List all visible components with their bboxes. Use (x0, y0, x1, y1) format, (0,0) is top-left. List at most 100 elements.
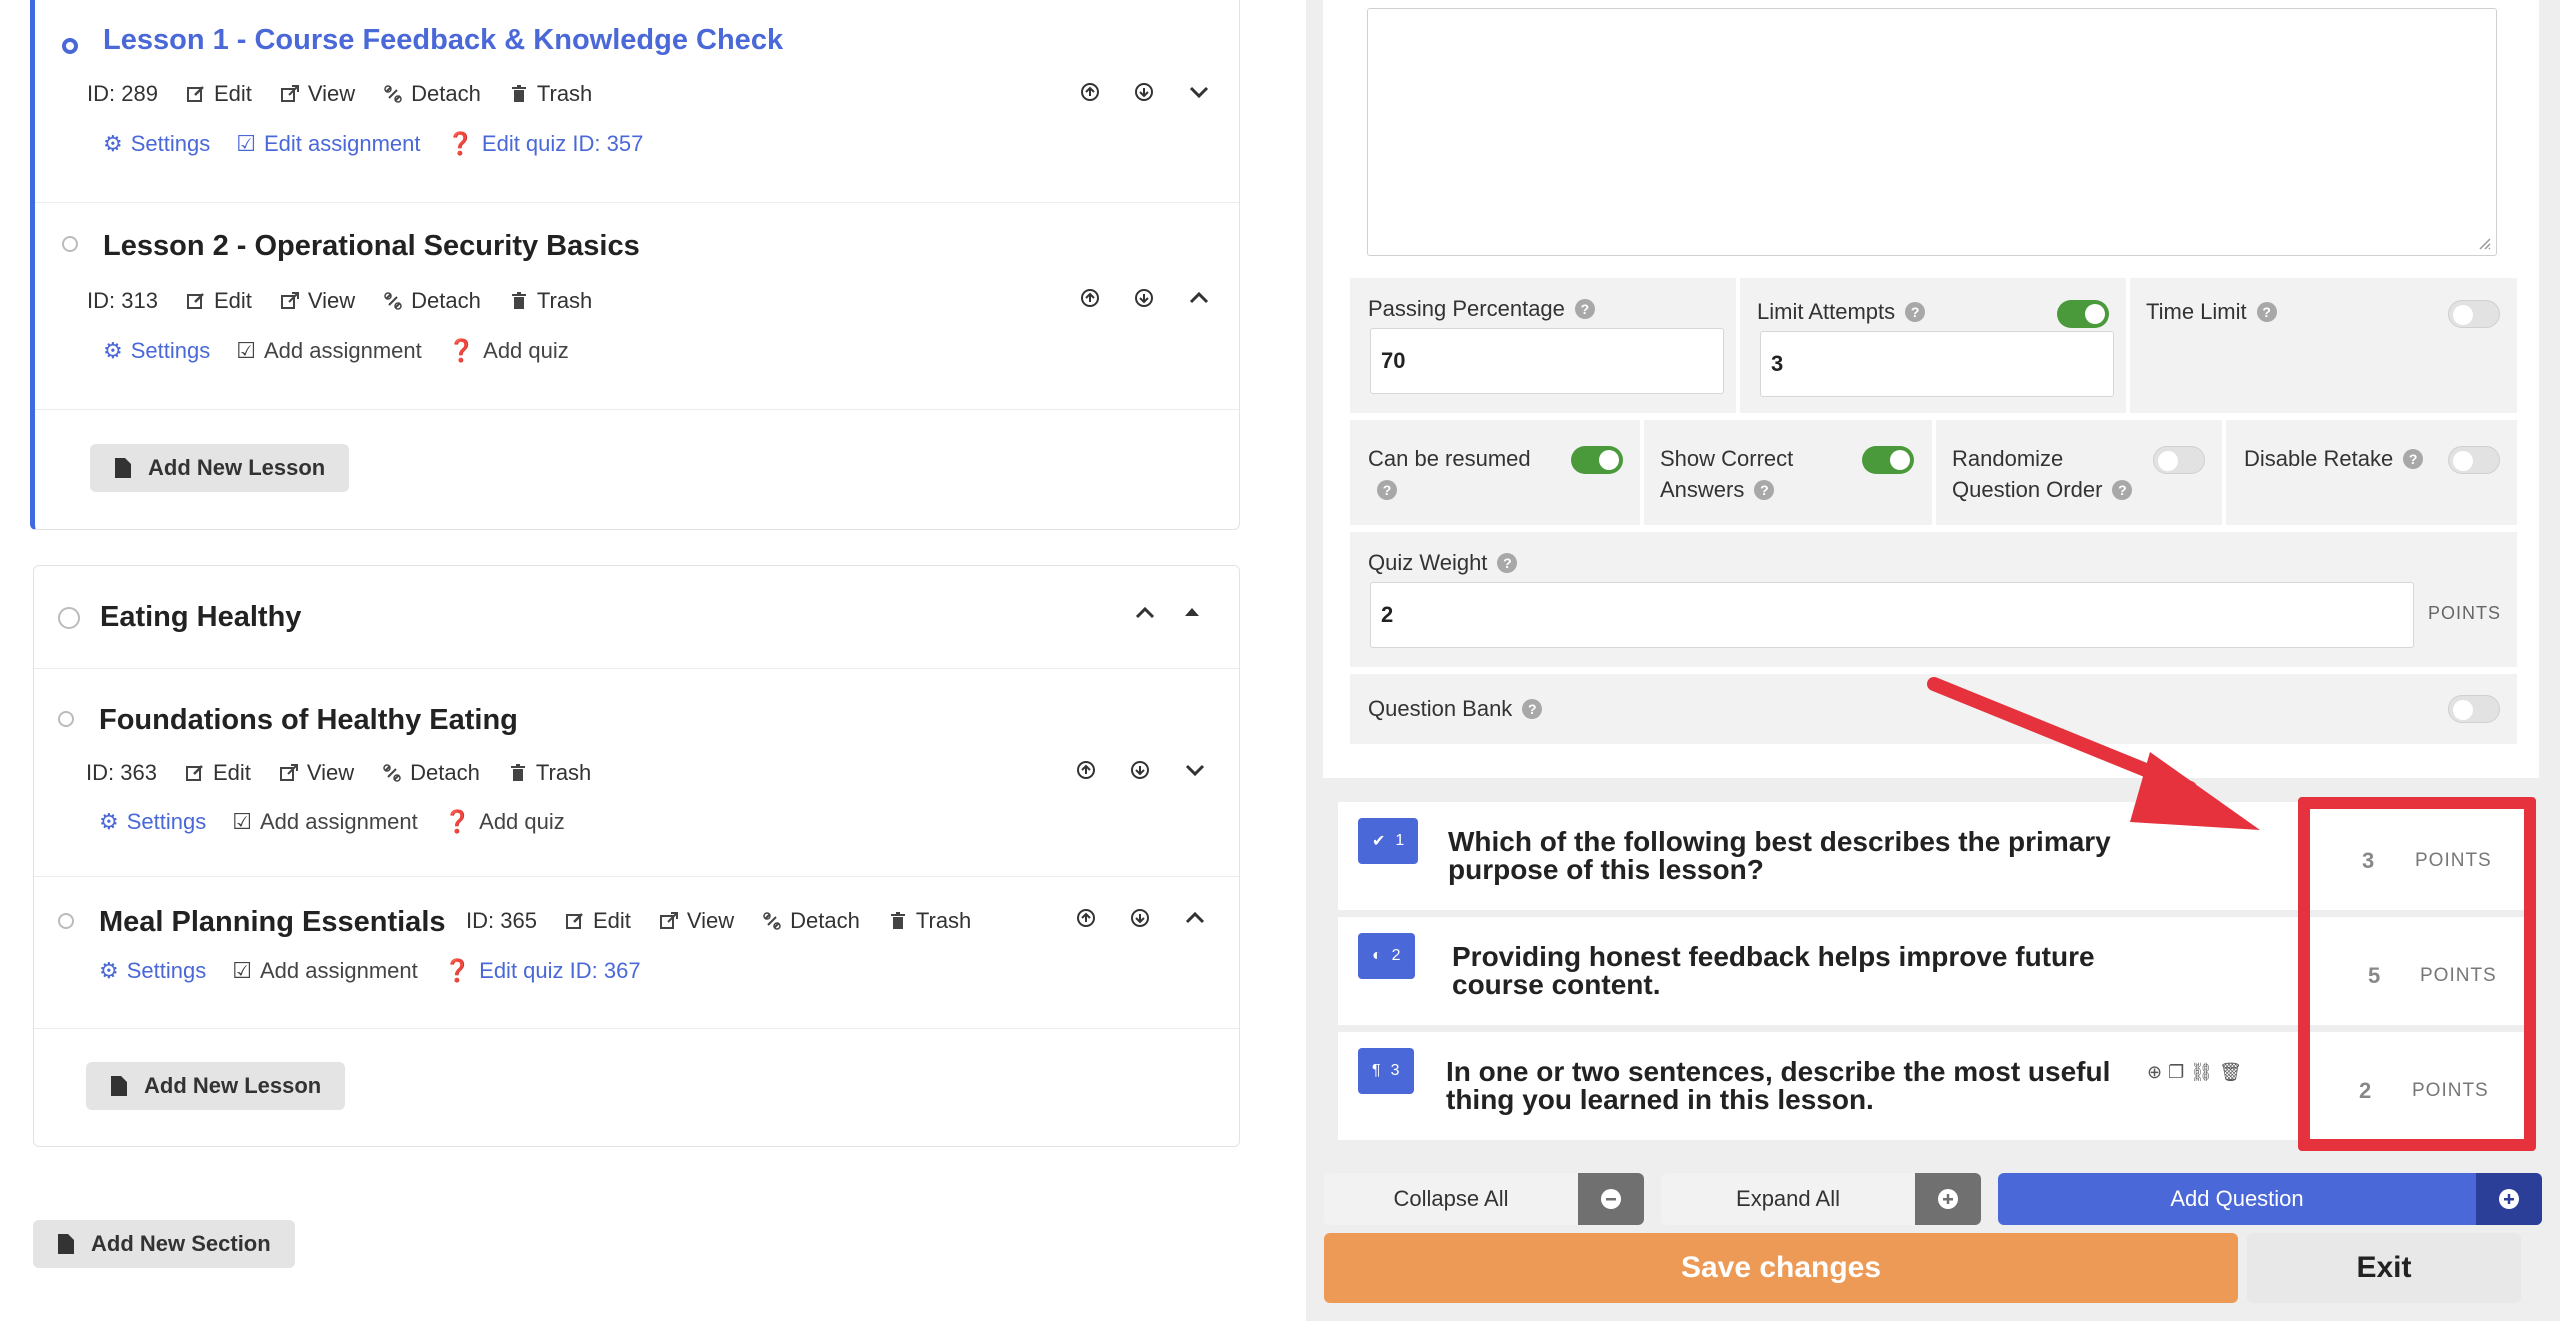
edit-link[interactable]: Edit (565, 908, 631, 934)
external-link-icon (280, 84, 300, 104)
view-link[interactable]: View (280, 81, 355, 107)
question-type-badge: ¶ 3 (1358, 1048, 1414, 1094)
help-icon[interactable]: ? (1497, 553, 1518, 573)
edit-link[interactable]: Edit (186, 81, 252, 107)
disable-retake-toggle[interactable] (2448, 446, 2500, 474)
question-text: Providing honest feedback helps improve … (1452, 941, 2095, 1000)
lesson-controls (1080, 287, 1210, 309)
move-up-icon[interactable] (1076, 760, 1096, 780)
add-quiz-link[interactable]: ❓ Add quiz (448, 338, 569, 364)
trash-icon[interactable]: 🗑 (2219, 1062, 2242, 1083)
edit-assignment-link[interactable]: ☑ Edit assignment (236, 131, 420, 157)
help-icon[interactable]: ? (1377, 480, 1397, 500)
annotation-arrow-icon (1927, 677, 2260, 830)
detach-link[interactable]: Detach (382, 760, 480, 786)
edit-link[interactable]: Edit (186, 288, 252, 314)
question-circle-icon: ❓ (443, 809, 472, 834)
question-bank-label: Question Bank? (1368, 696, 1543, 722)
gear-icon: ⚙ (103, 131, 123, 156)
limit-attempts-toggle[interactable] (2057, 300, 2109, 328)
show-correct-answers-toggle[interactable] (1862, 446, 1914, 474)
caret-up-icon[interactable] (1184, 606, 1200, 618)
show-correct-label-line2: Answers? (1660, 477, 1775, 503)
move-down-icon[interactable] (1130, 908, 1150, 928)
move-up-icon[interactable] (1076, 908, 1096, 928)
unlink-icon[interactable]: ⛓ (2190, 1062, 2213, 1083)
view-link[interactable]: View (279, 760, 354, 786)
time-limit-toggle[interactable] (2448, 300, 2500, 328)
lesson-title[interactable]: Meal Planning Essentials (99, 906, 446, 939)
edit-link[interactable]: Edit (185, 760, 251, 786)
chevron-up-icon[interactable] (1188, 287, 1210, 309)
view-link[interactable]: View (659, 908, 734, 934)
expand-all-button[interactable]: Expand All (1661, 1173, 1981, 1225)
resize-handle-icon[interactable] (2476, 235, 2492, 251)
unlink-icon (383, 84, 403, 104)
lesson-id: ID: 365 (466, 908, 537, 933)
edit-quiz-link[interactable]: ❓ Edit quiz ID: 357 (447, 131, 644, 157)
chevron-up-icon[interactable] (1184, 907, 1206, 929)
detach-link[interactable]: Detach (762, 908, 860, 934)
lesson-title[interactable]: Lesson 1 - Course Feedback & Knowledge C… (103, 24, 783, 57)
lesson-controls (1080, 81, 1210, 103)
add-question-button[interactable]: Add Question (1998, 1173, 2542, 1225)
lesson-id: ID: 289 (87, 81, 158, 106)
collapse-all-button[interactable]: Collapse All (1324, 1173, 1644, 1225)
view-link[interactable]: View (280, 288, 355, 314)
add-quiz-link[interactable]: ❓ Add quiz (444, 809, 565, 835)
chevron-down-icon[interactable] (1184, 759, 1206, 781)
settings-link[interactable]: ⚙ Settings (103, 131, 210, 157)
help-icon[interactable]: ? (1522, 699, 1543, 719)
add-assignment-link[interactable]: ☑ Add assignment (232, 809, 418, 835)
move-up-icon[interactable] (1080, 82, 1100, 102)
passing-percentage-input[interactable]: 70 (1370, 328, 1724, 394)
copy-icon[interactable]: ❐ (2168, 1062, 2184, 1083)
help-icon[interactable]: ? (1754, 480, 1775, 500)
question-circle-icon: ❓ (447, 338, 476, 363)
lesson-item: Meal Planning Essentials ID: 365 Edit Vi… (34, 877, 1239, 1029)
add-new-section-button[interactable]: Add New Section (33, 1220, 295, 1268)
chevron-up-icon[interactable] (1134, 602, 1156, 624)
lesson-item: Lesson 2 - Operational Security Basics I… (35, 203, 1239, 410)
section-status-icon (58, 607, 80, 629)
file-icon (110, 1075, 128, 1097)
detach-link[interactable]: Detach (383, 81, 481, 107)
trash-link[interactable]: Trash (508, 760, 591, 786)
detach-link[interactable]: Detach (383, 288, 481, 314)
add-new-lesson-button[interactable]: Add New Lesson (86, 1062, 346, 1110)
lesson-links: ⚙ Settings ☑ Add assignment ❓ Add quiz (103, 338, 569, 364)
help-icon[interactable]: ? (1905, 302, 1926, 322)
help-icon[interactable]: ? (2403, 449, 2424, 469)
move-up-icon[interactable] (1080, 288, 1100, 308)
trash-link[interactable]: Trash (888, 908, 971, 934)
add-assignment-link[interactable]: ☑ Add assignment (232, 958, 418, 984)
edit-quiz-link[interactable]: ❓ Edit quiz ID: 367 (444, 958, 641, 984)
quiz-weight-input[interactable]: 2 (1370, 582, 2414, 648)
move-down-icon[interactable] (1134, 288, 1154, 308)
exit-button[interactable]: Exit (2247, 1233, 2521, 1303)
trash-link[interactable]: Trash (509, 81, 592, 107)
move-down-icon[interactable] (1134, 82, 1154, 102)
settings-link[interactable]: ⚙ Settings (99, 809, 206, 835)
save-changes-button[interactable]: Save changes (1324, 1233, 2238, 1303)
add-circle-icon[interactable]: ⊕ (2147, 1062, 2162, 1083)
chevron-down-icon[interactable] (1188, 81, 1210, 103)
settings-link[interactable]: ⚙ Settings (103, 338, 210, 364)
settings-link[interactable]: ⚙ Settings (99, 958, 206, 984)
move-down-icon[interactable] (1130, 760, 1150, 780)
question-bank-toggle[interactable] (2448, 695, 2500, 723)
edit-icon (565, 911, 585, 931)
lesson-title[interactable]: Foundations of Healthy Eating (99, 704, 518, 737)
limit-attempts-input[interactable]: 3 (1760, 331, 2114, 397)
help-icon[interactable]: ? (2256, 302, 2277, 322)
trash-link[interactable]: Trash (509, 288, 592, 314)
add-new-lesson-button[interactable]: Add New Lesson (90, 444, 350, 492)
help-icon[interactable]: ? (2112, 480, 2133, 500)
help-icon[interactable]: ? (1574, 299, 1595, 319)
can-be-resumed-toggle[interactable] (1571, 446, 1623, 474)
section-title[interactable]: Eating Healthy (100, 601, 301, 634)
add-assignment-link[interactable]: ☑ Add assignment (236, 338, 422, 364)
lesson-title[interactable]: Lesson 2 - Operational Security Basics (103, 230, 640, 263)
randomize-toggle[interactable] (2153, 446, 2205, 474)
quiz-description-textarea[interactable] (1367, 8, 2497, 256)
